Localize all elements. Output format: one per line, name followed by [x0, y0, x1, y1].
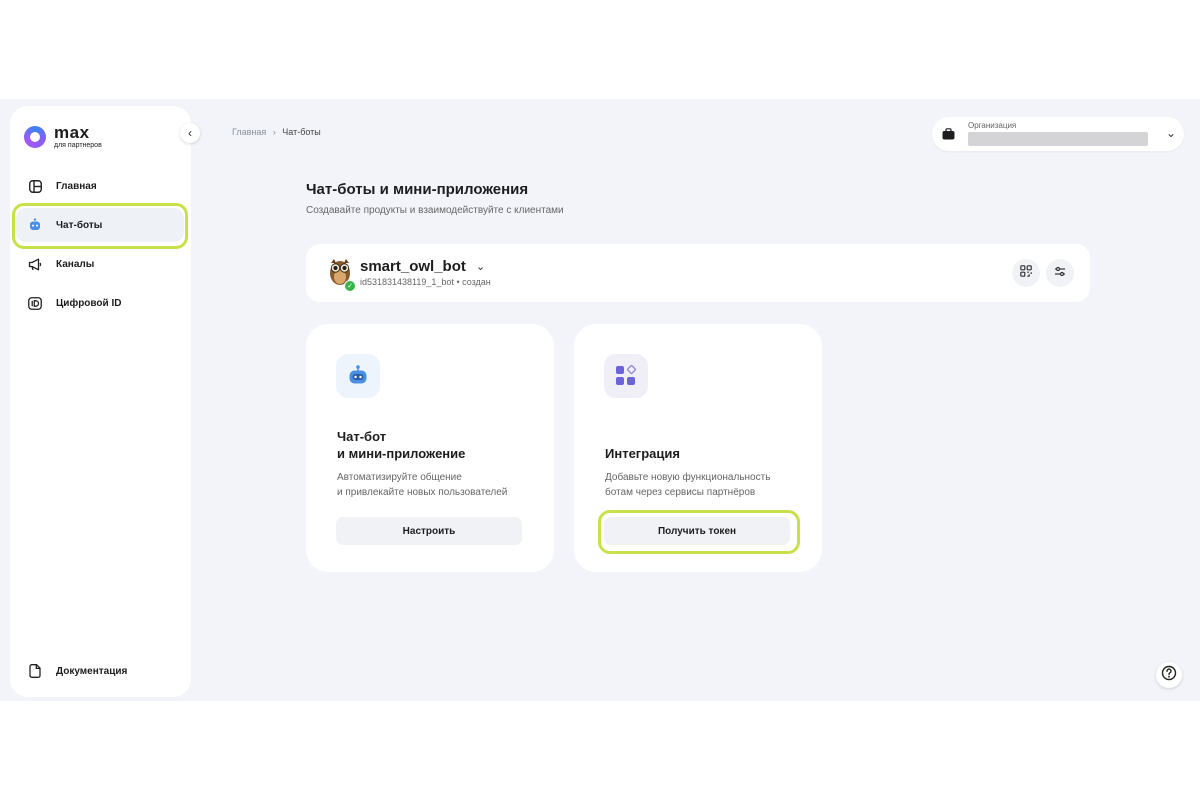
max-logo-icon — [24, 125, 46, 148]
collapse-sidebar-button[interactable]: ‹ — [180, 123, 200, 143]
sidebar: max для партнеров Главная Чат-боты Канал… — [10, 106, 191, 697]
help-button[interactable] — [1156, 662, 1182, 688]
highlight-get-token — [598, 510, 800, 554]
sidebar-item-label: Главная — [56, 180, 97, 192]
card-title: Чат-бот и мини-приложение — [337, 429, 466, 461]
sidebar-item-label: Документация — [56, 665, 128, 677]
breadcrumb-current: Чат-боты — [282, 127, 321, 137]
breadcrumb-separator: › — [272, 127, 276, 137]
status-check-icon: ✓ — [344, 280, 356, 292]
page-title: Чат-боты и мини-приложения — [306, 181, 529, 198]
card-chatbot-miniapp: Чат-бот и мини-приложение Автоматизируйт… — [306, 324, 554, 572]
sliders-icon — [1054, 264, 1066, 282]
logo-wordmark: max — [54, 123, 90, 142]
document-icon — [28, 664, 42, 678]
organization-name-redacted — [968, 132, 1148, 146]
question-icon — [1161, 665, 1177, 686]
logo[interactable]: max для партнеров — [24, 124, 102, 149]
sidebar-item-digital-id[interactable]: Цифровой ID — [16, 286, 184, 320]
app-shell: max для партнеров Главная Чат-боты Канал… — [0, 99, 1200, 701]
highlight-chatbots — [12, 203, 188, 249]
sidebar-item-label: Каналы — [56, 258, 95, 270]
qr-code-icon — [1020, 264, 1032, 282]
sidebar-item-documentation[interactable]: Документация — [16, 654, 184, 688]
megaphone-icon — [28, 257, 42, 271]
robot-icon — [336, 354, 380, 398]
bot-status: • создан — [456, 277, 491, 287]
sidebar-item-channels[interactable]: Каналы — [16, 247, 184, 281]
bot-id: id531831438119_1_bot — [360, 277, 454, 287]
configure-button[interactable]: Настроить — [336, 517, 522, 545]
apps-grid-icon — [604, 354, 648, 398]
bot-name[interactable]: smart_owl_bot — [360, 258, 466, 275]
breadcrumb-home[interactable]: Главная — [232, 127, 266, 137]
page-subtitle: Создавайте продукты и взаимодействуйте с… — [306, 205, 564, 216]
breadcrumb: Главная › Чат-боты — [232, 127, 321, 137]
briefcase-icon — [942, 127, 955, 140]
qr-code-button[interactable] — [1012, 259, 1040, 287]
chevron-down-icon: ⌄ — [1165, 126, 1176, 140]
organization-selector[interactable]: Организация ⌄ — [932, 117, 1184, 151]
card-description: Автоматизируйте общение и привлекайте но… — [337, 472, 508, 498]
bot-id-status: id531831438119_1_bot • создан — [360, 277, 491, 287]
id-badge-icon — [28, 296, 42, 310]
dashboard-icon — [28, 179, 42, 193]
sidebar-item-home[interactable]: Главная — [16, 169, 184, 203]
logo-tagline: для партнеров — [54, 142, 102, 149]
sidebar-item-label: Цифровой ID — [56, 297, 122, 309]
organization-label: Организация — [968, 121, 1017, 130]
card-description: Добавьте новую функциональность ботам че… — [605, 472, 771, 498]
settings-filter-button[interactable] — [1046, 259, 1074, 287]
bot-selector-bar: ✓ smart_owl_bot ⌄ id531831438119_1_bot •… — [306, 244, 1090, 302]
chevron-down-icon[interactable]: ⌄ — [476, 260, 485, 273]
chevron-left-icon: ‹ — [188, 126, 192, 140]
card-title: Интеграция — [605, 446, 680, 461]
